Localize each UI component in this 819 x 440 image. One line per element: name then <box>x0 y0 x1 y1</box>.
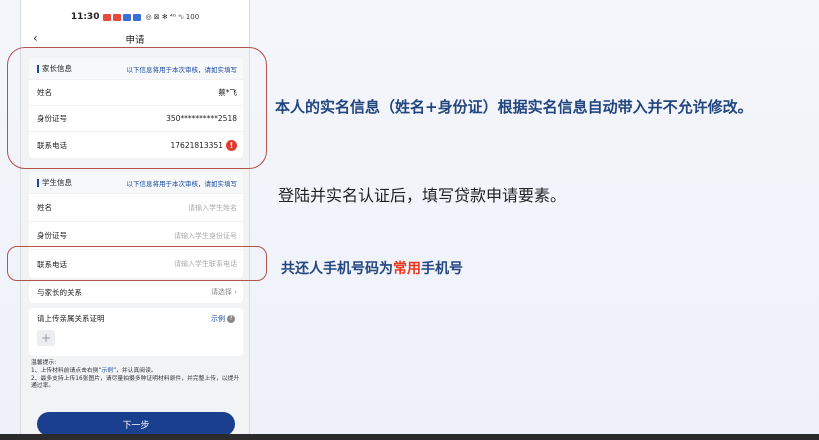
app-notification-icon <box>133 13 142 21</box>
tips-text: 温馨提示: 1、上传材料前请点击右侧“示例”，并认真阅读。 2、最多支持上传16… <box>31 360 243 391</box>
student-info-header: 学生信息 以下信息将用于本次审核，请如实填写 <box>29 172 243 194</box>
upload-proof-card: 请上传亲属关系证明 示例 ? + <box>29 308 243 356</box>
app-notification-icon <box>103 13 112 21</box>
annotation-phone-a: 共还人手机号码为 <box>281 261 393 277</box>
annotation-phone-red: 常用 <box>393 261 421 277</box>
highlight-student-phone <box>7 246 267 281</box>
status-bar: 11:30 ◎ ⊠ ✻ ⁴ᴳ ᵃᵢₗ 100 <box>21 0 249 30</box>
section-title: 学生信息 <box>37 177 72 188</box>
relation-select-row[interactable]: 与家长的关系 请选择 › <box>29 281 243 303</box>
row-label: 姓名 <box>37 203 52 212</box>
student-id-input[interactable]: 请输入学生身份证号 <box>174 231 237 241</box>
annotation-phone-b: 手机号 <box>421 261 463 277</box>
example-text[interactable]: 示例 <box>211 314 225 324</box>
tips-line-1: 1、上传材料前请点击右侧“示例”，并认真阅读。 <box>31 368 243 376</box>
upload-header: 请上传亲属关系证明 示例 ? <box>37 313 235 324</box>
next-step-button[interactable]: 下一步 <box>37 412 235 436</box>
back-arrow-icon[interactable]: ‹ <box>33 31 38 45</box>
bottom-bar <box>0 434 819 440</box>
student-name-row[interactable]: 姓名 请输入学生姓名 <box>29 194 243 222</box>
add-image-button[interactable]: + <box>37 330 55 346</box>
nav-bar: ‹ 申请 <box>21 30 249 48</box>
relation-label: 与家长的关系 <box>37 287 82 297</box>
tips-line-1-b: ”，并认真阅读。 <box>113 367 157 374</box>
annotation-login: 登陆并实名认证后，填写贷款申请要素。 <box>278 186 567 205</box>
tips-example-link[interactable]: 示例 <box>101 368 113 374</box>
page-title: 申请 <box>125 35 145 46</box>
student-name-input[interactable]: 请输入学生姓名 <box>188 203 237 213</box>
tips-title: 温馨提示: <box>31 360 57 366</box>
row-label: 身份证号 <box>37 231 67 240</box>
section-hint: 以下信息将用于本次审核，请如实填写 <box>126 179 238 188</box>
tips-line-1-a: 1、上传材料前请点击右侧“ <box>31 367 102 374</box>
relation-select[interactable]: 请选择 › <box>211 287 237 297</box>
plus-icon: + <box>40 331 52 345</box>
status-time: 11:30 <box>70 12 100 22</box>
notification-icons <box>103 13 142 21</box>
tips-line-2: 2、最多支持上传16张图片，请尽量拍摄多种证明材料原件，并完整上传，以提升通过率… <box>31 375 240 390</box>
upload-label: 请上传亲属关系证明 <box>37 314 105 323</box>
example-link[interactable]: 示例 ? <box>211 313 235 324</box>
app-notification-icon <box>113 13 122 21</box>
app-notification-icon <box>123 13 132 21</box>
help-icon[interactable]: ? <box>227 314 235 323</box>
highlight-parent-info <box>7 47 267 169</box>
annotation-realname: 本人的实名信息（姓名+身份证）根据实名信息自动带入并不允许修改。 <box>275 98 753 116</box>
annotation-phone: 共还人手机号码为常用手机号 <box>281 258 463 278</box>
status-indicators: ◎ ⊠ ✻ ⁴ᴳ ᵃᵢₗ 100 <box>145 13 200 21</box>
